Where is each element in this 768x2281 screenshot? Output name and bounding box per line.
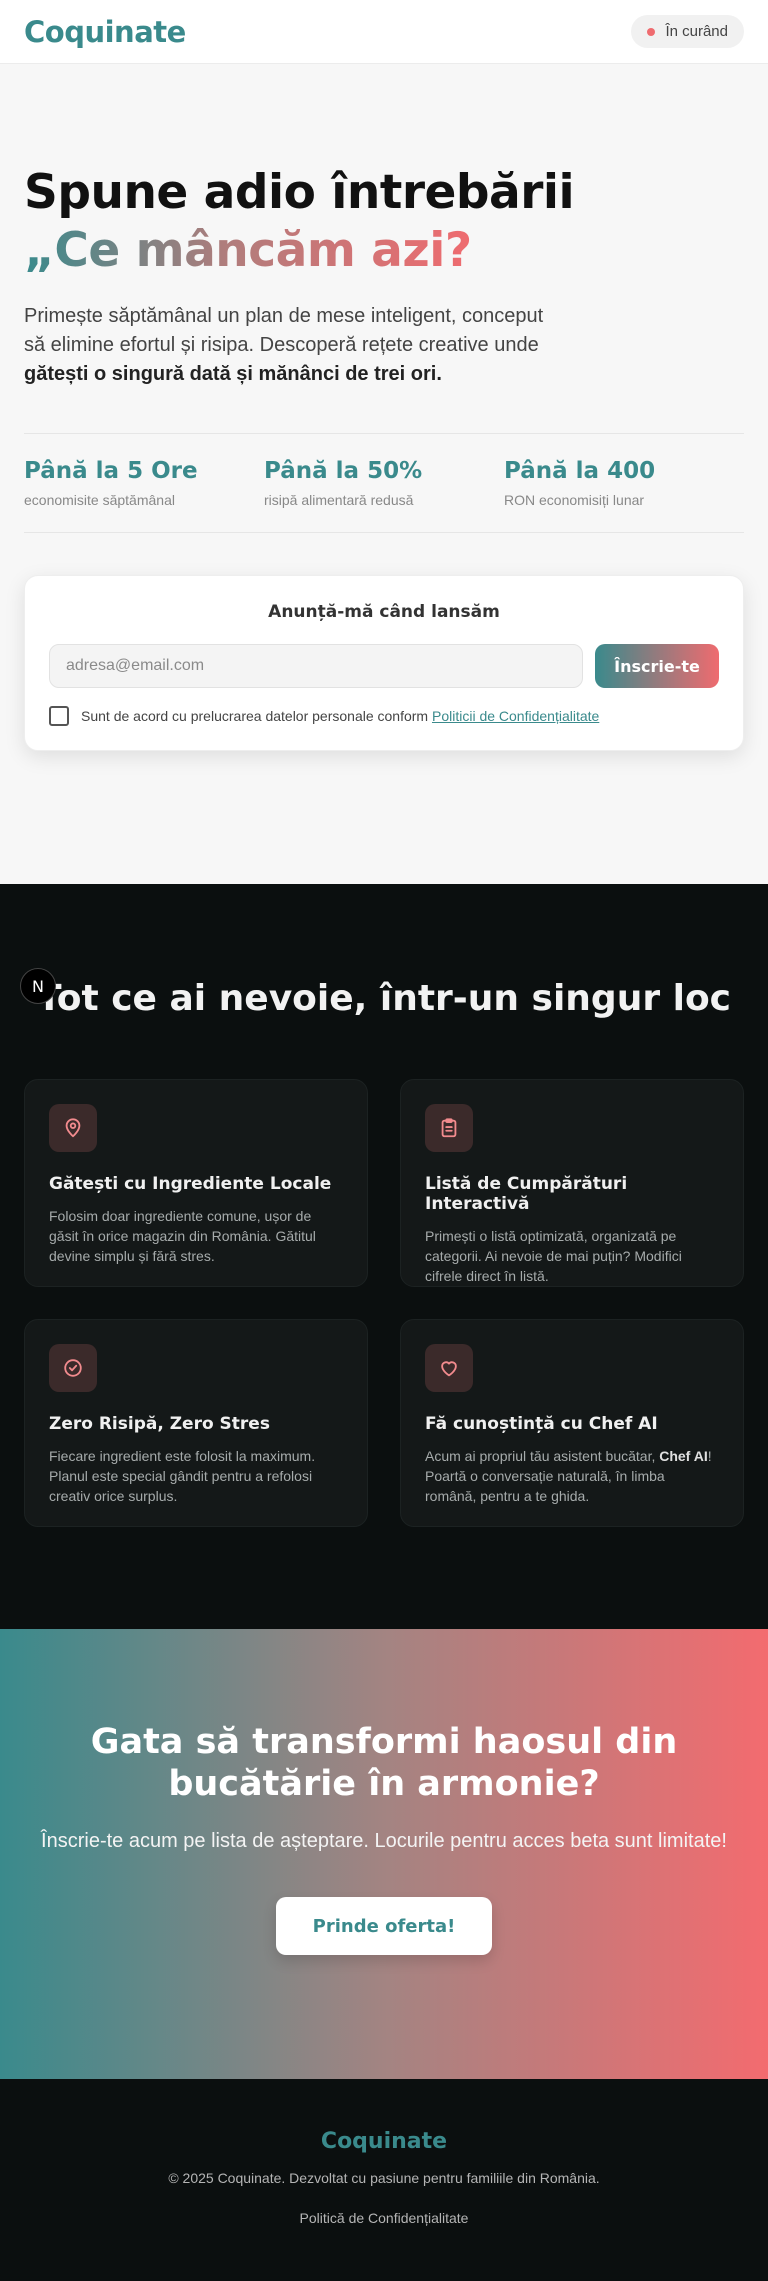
stat-value: Până la 400: [504, 458, 656, 484]
status-badge: În curând: [631, 15, 744, 48]
logo[interactable]: Coquinate: [24, 15, 186, 49]
stat-item: Până la 400 RON economisiți lunar: [504, 458, 744, 508]
signup-card: Anunță-mă când lansăm Înscrie-te Sunt de…: [24, 575, 744, 751]
consent-label: Sunt de acord cu prelucrarea datelor per…: [81, 708, 599, 724]
feature-card: Zero Risipă, Zero Stres Fiecare ingredie…: [24, 1319, 368, 1527]
feature-description: Primești o listă optimizată, organizată …: [425, 1228, 682, 1284]
signup-title: Anunță-mă când lansăm: [268, 602, 500, 622]
footer-logo[interactable]: Coquinate: [0, 2129, 768, 2154]
feature-card: Listă de Cumpărături Interactivă Primeșt…: [400, 1079, 744, 1287]
status-label: În curând: [665, 23, 728, 40]
stat-label: RON economisiți lunar: [504, 492, 645, 508]
feature-title: Listă de Cumpărături Interactivă: [425, 1174, 628, 1214]
feature-description-text: Acum ai propriul tău asistent bucătar,: [425, 1448, 660, 1464]
feature-title: Zero Risipă, Zero Stres: [49, 1414, 270, 1434]
heart-icon: [425, 1344, 473, 1392]
stat-item: Până la 50% risipă alimentară redusă: [264, 458, 504, 508]
stat-value: Până la 50%: [264, 458, 423, 484]
stat-value: Până la 5 Ore: [24, 458, 198, 484]
footer-privacy-link[interactable]: Politică de Confidențialitate: [300, 2210, 469, 2226]
consent-row: Sunt de acord cu prelucrarea datelor per…: [49, 706, 719, 726]
hero-description-bold: gătești o singură dată și mănânci de tre…: [24, 363, 442, 385]
cta-section: Gata să transformi haosul din bucătărie …: [0, 1629, 768, 2079]
clipboard-list-icon: [425, 1104, 473, 1152]
feature-title: Gătești cu Ingrediente Locale: [49, 1174, 332, 1194]
features-title: Tot ce ai nevoie, într-un singur loc: [36, 978, 732, 1019]
stat-label: risipă alimentară redusă: [264, 492, 414, 508]
email-field[interactable]: [49, 644, 583, 688]
cta-button[interactable]: Prinde oferta!: [276, 1897, 492, 1955]
features-section: N Tot ce ai nevoie, într-un singur loc G…: [0, 884, 768, 1629]
signup-button[interactable]: Înscrie-te: [595, 644, 719, 688]
status-dot-icon: [647, 27, 656, 36]
consent-checkbox[interactable]: [49, 706, 69, 726]
hero-description-text: Primește săptămânal un plan de mese inte…: [24, 305, 544, 356]
footer-copyright: © 2025 Coquinate. Dezvoltat cu pasiune p…: [168, 2170, 600, 2186]
hero-description: Primește săptămânal un plan de mese inte…: [24, 302, 564, 389]
feature-card: Fă cunoștință cu Chef AI Acum ai propriu…: [400, 1319, 744, 1527]
hero-section: Spune adio întrebării „Ce mâncăm azi? Pr…: [0, 64, 768, 884]
cta-description: Înscrie-te acum pe lista de așteptare. L…: [41, 1830, 727, 1852]
site-footer: Coquinate © 2025 Coquinate. Dezvoltat cu…: [0, 2079, 768, 2281]
feature-grid: Gătești cu Ingrediente Locale Folosim do…: [24, 1079, 744, 1527]
consent-text: Sunt de acord cu prelucrarea datelor per…: [81, 708, 432, 724]
feature-card: Gătești cu Ingrediente Locale Folosim do…: [24, 1079, 368, 1287]
site-header: Coquinate În curând: [0, 0, 768, 64]
privacy-policy-link[interactable]: Politicii de Confidențialitate: [432, 708, 599, 724]
feature-title: Fă cunoștință cu Chef AI: [425, 1414, 658, 1434]
feature-description: Folosim doar ingrediente comune, ușor de…: [49, 1208, 316, 1264]
feature-description-bold: Chef AI: [659, 1448, 708, 1464]
feature-description: Acum ai propriul tău asistent bucătar, C…: [425, 1446, 719, 1506]
hero-title-line1: Spune adio întrebării: [24, 165, 575, 220]
cta-title: Gata să transformi haosul din bucătărie …: [90, 1722, 678, 1804]
stat-label: economisite săptămânal: [24, 492, 175, 508]
signup-form: Înscrie-te: [49, 644, 719, 688]
stat-item: Până la 5 Ore economisite săptămânal: [24, 458, 264, 508]
hero-title-line2: „Ce mâncăm azi?: [24, 223, 472, 278]
hero-title: Spune adio întrebării „Ce mâncăm azi?: [24, 164, 744, 280]
check-circle-icon: [49, 1344, 97, 1392]
feature-description: Fiecare ingredient este folosit la maxim…: [49, 1448, 316, 1504]
n-badge-icon[interactable]: N: [20, 968, 56, 1004]
stats-row: Până la 5 Ore economisite săptămânal Pân…: [24, 433, 744, 533]
map-pin-icon: [49, 1104, 97, 1152]
